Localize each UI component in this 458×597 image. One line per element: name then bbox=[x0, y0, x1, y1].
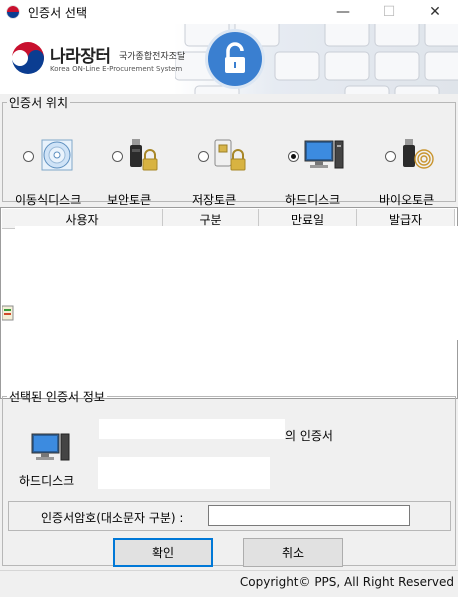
cd-disc-icon bbox=[41, 139, 73, 171]
footer-divider bbox=[0, 570, 458, 571]
location-label-storage-token[interactable]: 저장토큰 bbox=[192, 191, 236, 208]
radio-security-token[interactable] bbox=[112, 151, 123, 162]
radio-storage-token[interactable] bbox=[198, 151, 209, 162]
storage-media-label: 하드디스크 bbox=[19, 474, 75, 488]
ok-button[interactable]: 확인 bbox=[113, 538, 213, 567]
computer-icon bbox=[31, 433, 70, 461]
logo-english: Korea ON-Line E-Procurement System bbox=[50, 65, 183, 73]
certificate-list[interactable]: 사용자 구분 만료일 발급자 bbox=[0, 207, 458, 399]
close-button[interactable]: ✕ bbox=[412, 0, 458, 24]
location-label-hard-disk[interactable]: 하드디스크 bbox=[285, 191, 340, 208]
redacted-certificate-detail bbox=[98, 457, 270, 489]
usb-lock-icon bbox=[130, 139, 158, 171]
info-legend: 선택된 인증서 정보 bbox=[9, 390, 105, 404]
cancel-button[interactable]: 취소 bbox=[243, 538, 343, 567]
password-label: 인증서암호(대소문자 구분) : bbox=[41, 511, 184, 525]
owner-suffix: 의 인증서 bbox=[285, 429, 333, 443]
window-title: 인증서 선택 bbox=[28, 5, 88, 20]
location-label-removable[interactable]: 이동식디스크 bbox=[15, 191, 81, 208]
title-bar: 인증서 선택 — ☐ ✕ bbox=[0, 0, 458, 24]
location-legend: 인증서 위치 bbox=[9, 96, 69, 110]
redacted-owner-name bbox=[99, 419, 285, 439]
copyright-text: Copyright© PPS, All Right Reserved bbox=[239, 575, 454, 589]
selected-certificate-info-group: 선택된 인증서 정보 의 인증서 하드디스크 인증서암호(대소문자 구분) : … bbox=[2, 388, 456, 567]
logo-subtitle: 국가종합전자조달 bbox=[119, 52, 186, 62]
password-row: 인증서암호(대소문자 구분) : bbox=[8, 501, 451, 531]
certificate-row-icon bbox=[2, 305, 14, 321]
computer-icon bbox=[304, 140, 344, 169]
fingerprint-usb-icon bbox=[403, 139, 434, 169]
logo-title: 나라장터 bbox=[50, 47, 111, 67]
redacted-certificate-rows bbox=[15, 226, 458, 340]
app-emblem-icon bbox=[6, 5, 20, 19]
unlock-icon bbox=[225, 42, 245, 73]
location-label-bio-token[interactable]: 바이오토큰 bbox=[379, 191, 434, 208]
radio-removable-disk[interactable] bbox=[23, 151, 34, 162]
radio-hard-disk[interactable] bbox=[288, 151, 299, 162]
radio-bio-token[interactable] bbox=[385, 151, 396, 162]
maximize-button[interactable]: ☐ bbox=[366, 0, 412, 24]
certificate-location-group: 인증서 위치 이동식디스크 보안토큰 저장토큰 하드디스크 바이오토큰 bbox=[2, 94, 456, 207]
taegeuk-logo-icon bbox=[11, 41, 45, 75]
minimize-button[interactable]: — bbox=[320, 0, 366, 24]
header-banner: 나라장터 국가종합전자조달 Korea ON-Line E-Procuremen… bbox=[0, 24, 458, 94]
location-label-security-token[interactable]: 보안토큰 bbox=[107, 191, 151, 208]
password-input[interactable] bbox=[208, 505, 410, 526]
unlock-badge bbox=[208, 32, 262, 86]
card-lock-icon bbox=[214, 139, 246, 171]
